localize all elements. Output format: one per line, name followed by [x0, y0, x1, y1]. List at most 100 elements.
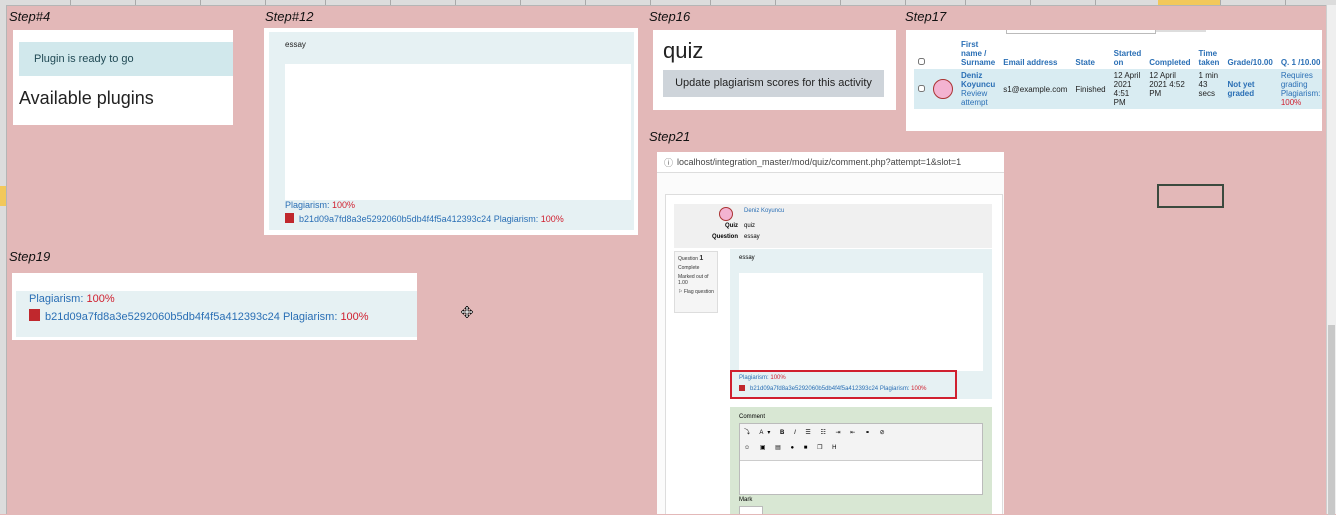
qinfo-number: 1 — [699, 255, 704, 262]
step-label-17: Step17 — [905, 9, 947, 24]
review-attempt-link[interactable]: Review attempt — [961, 89, 995, 107]
plagiarism-label: Plagiarism: — [29, 293, 84, 305]
student-email: s1@example.com — [1003, 84, 1068, 94]
flag-question[interactable]: ⚐ Flag question — [678, 289, 714, 295]
step19-screenshot: Plagiarism: 100% b21d09a7fd8a3e5292060b5… — [12, 273, 417, 340]
record-audio-icon[interactable]: ● — [791, 445, 799, 451]
indent-icon[interactable]: ⇥ — [836, 430, 845, 436]
filter-button[interactable] — [1156, 30, 1206, 32]
comment-editor[interactable]: ⤵ A▾ B I ☰ ☷ ⇥ ⇤ ⚭ ⊘ ☺ ▣ ▤ ● ■ ❐ H — [739, 423, 983, 495]
q1-plagiarism-value: 100% — [1280, 98, 1302, 107]
step-label-16: Step16 — [649, 9, 691, 24]
italic-icon[interactable]: I — [794, 430, 800, 436]
plagiarism-score: Plagiarism: 100% — [29, 293, 115, 305]
quiz-title: quiz — [663, 38, 704, 63]
question-label: Question — [711, 234, 738, 240]
header-name[interactable]: First name / Surname — [957, 38, 999, 69]
comment-label: Comment — [739, 414, 766, 420]
attempt-time: 1 min 43 secs — [1198, 71, 1219, 98]
step-label-21: Step21 — [649, 129, 691, 144]
plagiarism-value: 100% — [332, 200, 356, 210]
address-bar[interactable]: ⓘ localhost/integration_master/mod/quiz/… — [657, 152, 1004, 173]
plagiarism-box: Plagiarism: 100% b21d09a7fd8a3e5292060b5… — [16, 291, 417, 337]
file-plagiarism-value: 100% — [540, 214, 564, 224]
plagiarism-file-link[interactable]: b21d09a7fd8a3e5292060b5db4f4f5a412393c24 — [299, 214, 491, 224]
plagiarism-file-row[interactable]: b21d09a7fd8a3e5292060b5db4f4f5a412393c24… — [739, 385, 927, 392]
flag-label[interactable]: Flag question — [684, 289, 714, 295]
emoji-icon[interactable]: ☺ — [744, 445, 754, 451]
mark-label: Mark — [739, 497, 753, 503]
header-q1[interactable]: Q. 1 /10.00 — [1277, 38, 1322, 69]
select-all-checkbox[interactable] — [918, 58, 925, 65]
header-email[interactable]: Email address — [999, 38, 1071, 69]
step12-screenshot: essay Plagiarism: 100% b21d09a7fd8a3e529… — [264, 28, 638, 235]
outdent-icon[interactable]: ⇤ — [850, 430, 859, 436]
font-style-icon[interactable]: A▾ — [759, 430, 774, 436]
column-header-bar — [0, 0, 1336, 6]
plagiarism-file-link[interactable]: b21d09a7fd8a3e5292060b5db4f4f5a412393c24 — [750, 386, 878, 392]
record-video-icon[interactable]: ■ — [804, 445, 812, 451]
selected-column-header[interactable] — [1158, 0, 1220, 5]
step21-screenshot: ⓘ localhost/integration_master/mod/quiz/… — [657, 152, 1004, 514]
plugin-ready-alert: Plugin is ready to go — [19, 42, 233, 76]
pdf-icon — [285, 213, 294, 223]
scrollbar-thumb[interactable] — [1328, 325, 1335, 515]
link-icon[interactable]: ⚭ — [865, 430, 874, 436]
requires-grading-link[interactable]: Requires grading — [1281, 71, 1313, 89]
vertical-scrollbar[interactable] — [1326, 5, 1336, 515]
answer-area — [739, 273, 983, 371]
update-plagiarism-button[interactable]: Update plagiarism scores for this activi… — [663, 70, 884, 97]
qinfo-title: Question — [678, 256, 699, 262]
h5p-icon[interactable]: H — [832, 445, 840, 451]
media-icon[interactable]: ▤ — [775, 445, 785, 451]
selected-row-header[interactable] — [0, 186, 6, 206]
available-plugins-heading: Available plugins — [19, 88, 154, 108]
step-label-19: Step19 — [9, 249, 51, 264]
question-text: essay — [285, 40, 306, 49]
row-header-bar — [0, 5, 7, 514]
image-icon[interactable]: ▣ — [760, 445, 770, 451]
question-info-box: Question 1 Complete Marked out of 1.00 ⚐… — [674, 251, 718, 313]
student-name-link[interactable]: Deniz Koyuncu — [961, 71, 995, 89]
quiz-label: Quiz — [725, 223, 738, 229]
row-checkbox[interactable] — [918, 84, 925, 92]
bullet-list-icon[interactable]: ☰ — [805, 430, 814, 436]
mark-input[interactable] — [739, 506, 763, 514]
header-state[interactable]: State — [1071, 38, 1109, 69]
question-value: essay — [744, 234, 760, 240]
avatar — [933, 79, 953, 99]
selected-cell[interactable] — [1157, 184, 1224, 208]
plagiarism-file-row[interactable]: b21d09a7fd8a3e5292060b5db4f4f5a412393c24… — [285, 213, 564, 224]
step4-screenshot: Plugin is ready to go Available plugins — [13, 30, 233, 125]
header-completed[interactable]: Completed — [1145, 38, 1194, 69]
step-label-4: Step#4 — [9, 9, 51, 24]
user-link[interactable]: Deniz Koyuncu — [744, 208, 784, 214]
header-started[interactable]: Started on — [1110, 38, 1146, 69]
plagiarism-label: Plagiarism: — [739, 375, 769, 381]
pdf-icon — [29, 309, 40, 321]
plagiarism-score: Plagiarism: 100% — [739, 375, 786, 381]
avatar — [719, 207, 733, 221]
file-plagiarism-label: Plagiarism: — [879, 386, 910, 392]
copy-icon[interactable]: ❐ — [817, 445, 826, 451]
file-plagiarism-label: Plagiarism: — [282, 311, 338, 323]
unlink-icon[interactable]: ⊘ — [880, 430, 889, 436]
header-grade[interactable]: Grade/10.00 — [1223, 38, 1276, 69]
plagiarism-file-row[interactable]: b21d09a7fd8a3e5292060b5db4f4f5a412393c24… — [29, 309, 369, 323]
filter-input[interactable] — [1006, 30, 1156, 34]
qinfo-marked: Marked out of 1.00 — [678, 274, 709, 286]
numbered-list-icon[interactable]: ☷ — [820, 430, 829, 436]
url-text[interactable]: localhost/integration_master/mod/quiz/co… — [677, 157, 961, 167]
header-time[interactable]: Time taken — [1195, 38, 1224, 69]
question-content: essay Plagiarism: 100% b21d09a7fd8a3e529… — [730, 249, 992, 399]
quiz-comment-page: Deniz Koyuncu Quiz quiz Question essay Q… — [665, 194, 1003, 514]
attempt-grade-link[interactable]: Not yet graded — [1223, 69, 1276, 109]
toggle-toolbar-icon[interactable]: ⤵ — [744, 430, 754, 436]
bold-icon[interactable]: B — [780, 430, 788, 436]
question-box: essay Plagiarism: 100% b21d09a7fd8a3e529… — [269, 32, 634, 230]
file-plagiarism-label: Plagiarism: — [493, 214, 539, 224]
plagiarism-highlight-box: Plagiarism: 100% b21d09a7fd8a3e5292060b5… — [730, 370, 957, 399]
plagiarism-score: Plagiarism: 100% — [285, 200, 355, 210]
plagiarism-file-link[interactable]: b21d09a7fd8a3e5292060b5db4f4f5a412393c24 — [45, 311, 280, 323]
plagiarism-value: 100% — [86, 293, 115, 305]
